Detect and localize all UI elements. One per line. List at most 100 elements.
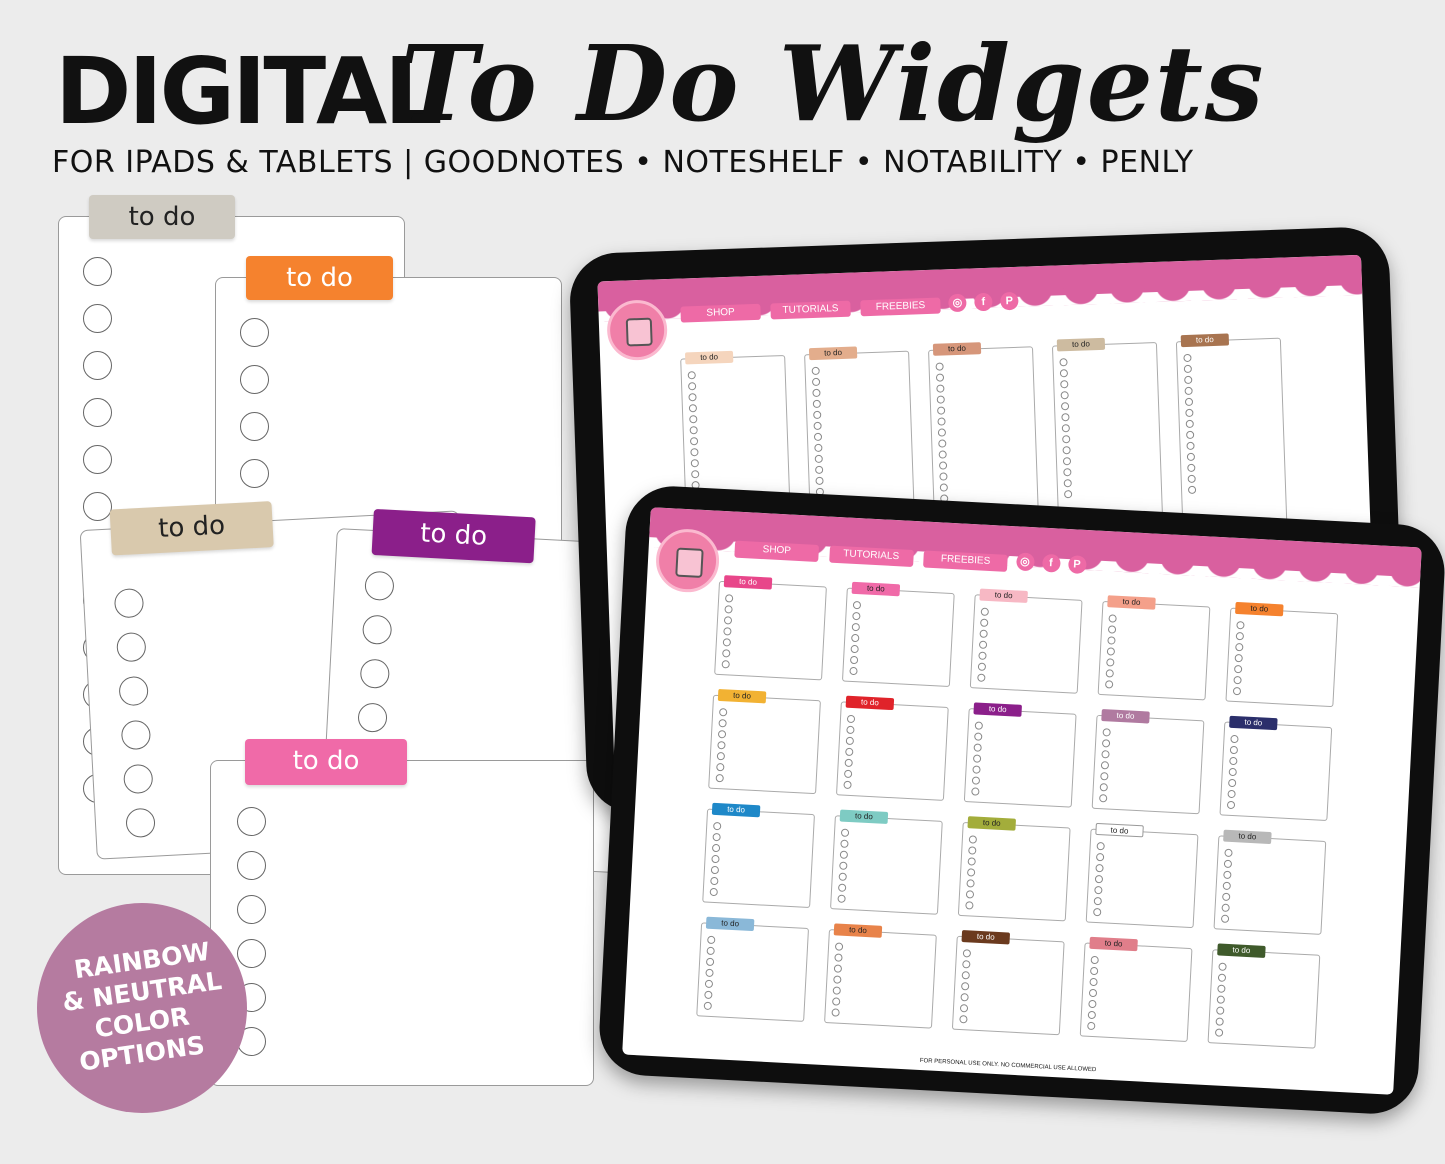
checkbox-circle[interactable] — [1094, 874, 1104, 884]
checkbox-circle[interactable] — [979, 629, 988, 638]
checkbox-circle[interactable] — [704, 979, 714, 989]
checkbox-circle[interactable] — [717, 740, 726, 750]
checkbox-circle[interactable] — [717, 730, 727, 739]
checkbox-circle[interactable] — [1184, 386, 1193, 396]
checkbox-circle[interactable] — [966, 879, 975, 888]
checkbox-circle[interactable] — [937, 406, 946, 415]
checkbox-circle[interactable] — [839, 861, 848, 870]
checkbox-circle[interactable] — [1235, 631, 1245, 641]
checkbox-circle[interactable] — [1224, 848, 1233, 858]
checkbox-circle[interactable] — [240, 365, 269, 394]
checkbox-circle[interactable] — [939, 483, 948, 492]
checkbox-circle[interactable] — [832, 986, 841, 995]
checkbox-circle[interactable] — [843, 780, 852, 790]
nav-freebies-button[interactable]: FREEBIES — [860, 297, 941, 317]
checkbox-circle[interactable] — [851, 622, 861, 632]
checkbox-circle[interactable] — [712, 832, 721, 842]
checkbox-circle[interactable] — [813, 410, 822, 420]
checkbox-circle[interactable] — [978, 640, 988, 649]
checkbox-circle[interactable] — [357, 702, 388, 733]
checkbox-circle[interactable] — [1087, 1021, 1096, 1031]
nav-freebies-button[interactable]: FREEBIES — [923, 550, 1008, 573]
checkbox-circle[interactable] — [968, 846, 977, 855]
checkbox-circle[interactable] — [851, 633, 860, 643]
checkbox-circle[interactable] — [935, 362, 944, 371]
instagram-icon[interactable]: ◎ — [948, 293, 967, 313]
checkbox-circle[interactable] — [938, 450, 947, 459]
checkbox-circle[interactable] — [361, 614, 393, 646]
checkbox-circle[interactable] — [1217, 973, 1227, 982]
checkbox-circle[interactable] — [1063, 479, 1072, 488]
checkbox-circle[interactable] — [1064, 490, 1073, 499]
checkbox-circle[interactable] — [1102, 728, 1111, 737]
checkbox-circle[interactable] — [83, 398, 112, 427]
checkbox-circle[interactable] — [1222, 881, 1231, 891]
nav-tutorials-button[interactable]: TUTORIALS — [770, 300, 851, 320]
checkbox-circle[interactable] — [237, 851, 266, 880]
checkbox-circle[interactable] — [838, 872, 847, 881]
checkbox-circle[interactable] — [849, 666, 858, 676]
checkbox-circle[interactable] — [1230, 734, 1239, 744]
checkbox-circle[interactable] — [937, 417, 946, 426]
checkbox-circle[interactable] — [1060, 391, 1069, 400]
checkbox-circle[interactable] — [1185, 408, 1194, 418]
checkbox-circle[interactable] — [1215, 1017, 1224, 1026]
checkbox-circle[interactable] — [688, 382, 697, 391]
checkbox-circle[interactable] — [843, 769, 853, 779]
checkbox-circle[interactable] — [813, 432, 823, 442]
checkbox-circle[interactable] — [974, 721, 984, 730]
checkbox-circle[interactable] — [1089, 977, 1098, 987]
checkbox-circle[interactable] — [83, 257, 112, 286]
checkbox-circle[interactable] — [1062, 446, 1071, 455]
checkbox-circle[interactable] — [837, 883, 847, 892]
checkbox-circle[interactable] — [845, 736, 855, 746]
checkbox-circle[interactable] — [831, 997, 841, 1006]
checkbox-circle[interactable] — [1234, 653, 1243, 663]
checkbox-circle[interactable] — [1217, 984, 1226, 993]
checkbox-circle[interactable] — [960, 993, 969, 1002]
checkbox-circle[interactable] — [1063, 468, 1072, 477]
checkbox-circle[interactable] — [691, 470, 700, 479]
checkbox-circle[interactable] — [359, 658, 391, 689]
checkbox-circle[interactable] — [1060, 402, 1070, 411]
checkbox-circle[interactable] — [937, 428, 947, 437]
checkbox-circle[interactable] — [1101, 750, 1110, 759]
checkbox-circle[interactable] — [1106, 658, 1115, 667]
checkbox-circle[interactable] — [1229, 745, 1239, 755]
checkbox-circle[interactable] — [959, 1004, 969, 1013]
checkbox-circle[interactable] — [1233, 675, 1242, 685]
checkbox-circle[interactable] — [962, 960, 971, 969]
checkbox-circle[interactable] — [83, 445, 112, 474]
checkbox-circle[interactable] — [852, 611, 861, 621]
checkbox-circle[interactable] — [966, 868, 976, 877]
checkbox-circle[interactable] — [831, 1008, 840, 1017]
checkbox-circle[interactable] — [1106, 647, 1116, 656]
checkbox-circle[interactable] — [718, 719, 727, 728]
checkbox-circle[interactable] — [1095, 852, 1105, 862]
checkbox-circle[interactable] — [974, 732, 983, 741]
checkbox-circle[interactable] — [1101, 739, 1111, 748]
checkbox-circle[interactable] — [1185, 419, 1194, 429]
checkbox-circle[interactable] — [240, 318, 269, 347]
checkbox-circle[interactable] — [689, 437, 699, 446]
checkbox-circle[interactable] — [120, 719, 152, 751]
checkbox-circle[interactable] — [724, 594, 734, 603]
checkbox-circle[interactable] — [973, 743, 982, 752]
checkbox-circle[interactable] — [718, 708, 728, 717]
checkbox-circle[interactable] — [936, 384, 945, 393]
checkbox-circle[interactable] — [83, 351, 112, 380]
checkbox-circle[interactable] — [1100, 761, 1110, 770]
checkbox-circle[interactable] — [814, 454, 823, 464]
checkbox-circle[interactable] — [1223, 859, 1233, 869]
checkbox-circle[interactable] — [690, 459, 699, 468]
checkbox-circle[interactable] — [1229, 756, 1238, 766]
checkbox-circle[interactable] — [839, 850, 849, 859]
checkbox-circle[interactable] — [1107, 625, 1117, 634]
checkbox-circle[interactable] — [967, 857, 976, 866]
checkbox-circle[interactable] — [846, 714, 856, 724]
checkbox-circle[interactable] — [935, 373, 945, 382]
checkbox-circle[interactable] — [722, 638, 732, 647]
checkbox-circle[interactable] — [977, 662, 987, 671]
checkbox-circle[interactable] — [1100, 772, 1109, 781]
checkbox-circle[interactable] — [1093, 896, 1103, 906]
